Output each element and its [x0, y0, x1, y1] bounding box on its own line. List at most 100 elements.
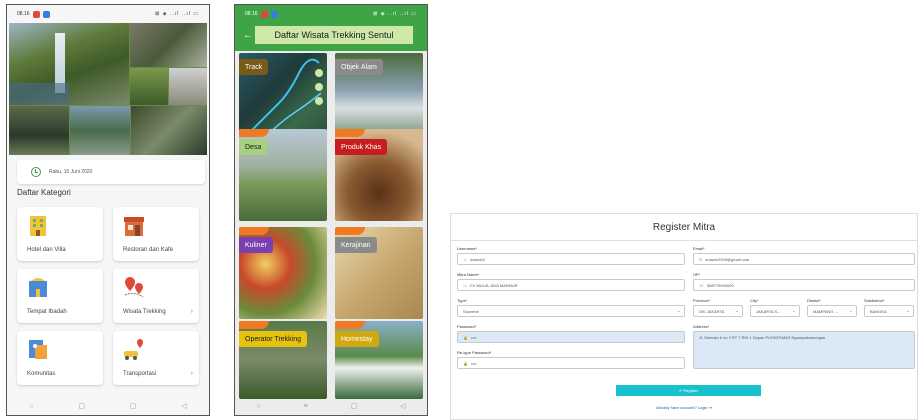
- card-homestay[interactable]: Homestay: [335, 321, 423, 399]
- type-label: Type*: [457, 298, 468, 303]
- login-link[interactable]: Already have account? Login ⇥: [451, 405, 917, 410]
- register-mitra-form: Register Mitra Username* ☺ sutanic2 Mitr…: [450, 213, 918, 420]
- rock-photo: [131, 106, 207, 155]
- chevron-down-icon: ⌄: [791, 308, 796, 314]
- hotel-icon: [30, 216, 46, 236]
- stream-photo: [70, 106, 130, 155]
- status-bar: 08.16 ⊠ ◈ ..ıl ..ıl ▭: [235, 5, 427, 23]
- username-field[interactable]: ☺ sutanic2: [457, 253, 685, 265]
- password-field[interactable]: 🔒 ••••: [457, 331, 685, 343]
- user-icon: ☺: [463, 256, 468, 262]
- type-select[interactable]: Souvenir ⌄: [457, 305, 685, 317]
- notification-icon: [260, 10, 268, 18]
- category-label: Restoran dan Kafe: [123, 247, 174, 253]
- card-label: Homestay: [335, 331, 379, 347]
- retype-password-field[interactable]: 🔒 ••••: [457, 357, 685, 369]
- hp-field[interactable]: ☏ 088779000000: [693, 279, 915, 291]
- status-icons: ⊠ ◈ ..ıl ..ıl ▭: [155, 11, 199, 17]
- password-value: ••••: [470, 334, 477, 340]
- province-select[interactable]: DKI JAKARTA ⌄: [693, 305, 743, 317]
- card-label: Kerajinan: [335, 237, 377, 253]
- river-photo: [130, 23, 207, 67]
- subdistrict-select[interactable]: BANGKA ⌄: [864, 305, 914, 317]
- retype-password-label: Re-type Password*: [457, 350, 492, 355]
- category-label: Wisata Trekking: [123, 309, 166, 315]
- recents-nav-icon[interactable]: ▢: [78, 402, 85, 410]
- status-bar: 08.16 ⊠ ◈ ..ıl ..ıl ▭: [7, 5, 209, 23]
- category-restaurant[interactable]: Restoran dan Kafe: [113, 207, 199, 261]
- card-kuliner[interactable]: Kuliner: [239, 227, 327, 319]
- category-hotel[interactable]: Hotel dan Villa: [17, 207, 103, 261]
- category-section-title: Daftar Kategori: [17, 188, 71, 197]
- city-value: JAKARTA S...: [756, 308, 781, 314]
- card-kerajinan[interactable]: Kerajinan: [335, 227, 423, 319]
- corner-accent: [239, 321, 269, 329]
- card-label: Objek Alam: [335, 59, 383, 75]
- form-title: Register Mitra: [652, 222, 716, 233]
- category-label: Tempat Ibadah: [27, 309, 67, 315]
- phone-icon: ☏: [699, 282, 705, 288]
- mitra-name-value: CV MULIA JAYA MAKMUR: [469, 282, 518, 288]
- mail-icon: ✉: [699, 256, 703, 262]
- back-nav-icon[interactable]: ◁: [181, 402, 186, 410]
- home-screen-phone: 08.16 ⊠ ◈ ..ıl ..ıl ▭ Rabu, 10 Juni 2020…: [6, 4, 210, 416]
- app-notification-icon: [270, 10, 278, 18]
- card-desa[interactable]: Desa: [239, 129, 327, 221]
- card-label: Desa: [239, 139, 268, 155]
- back-nav-icon[interactable]: ◁: [400, 402, 405, 410]
- app-header: 08.16 ⊠ ◈ ..ıl ..ıl ▭ ← Daftar Wisata Tr…: [235, 5, 427, 51]
- card-label: Kuliner: [239, 237, 273, 253]
- recents-nav-icon[interactable]: ≡: [304, 403, 308, 410]
- card-label: Track: [239, 59, 269, 75]
- category-transport[interactable]: Transportasi ›: [113, 331, 199, 385]
- city-label: City*: [750, 298, 759, 303]
- pool-photo: [9, 83, 69, 105]
- worship-icon: [29, 278, 47, 297]
- username-value: sutanic2: [470, 256, 485, 262]
- register-button[interactable]: ✔ Register: [616, 385, 761, 396]
- overview-nav-icon[interactable]: ▢: [130, 402, 137, 410]
- divider: [451, 240, 917, 241]
- category-worship[interactable]: Tempat Ibadah: [17, 269, 103, 323]
- status-time: 08.16: [245, 11, 258, 17]
- android-nav-bar: ○ ▢ ▢ ◁: [7, 397, 209, 415]
- category-trekking[interactable]: Wisata Trekking ›: [113, 269, 199, 323]
- hp-value: 088779000000: [707, 282, 734, 288]
- back-arrow-icon[interactable]: ←: [243, 30, 253, 41]
- address-field[interactable]: Jl. Srimulio 6 no 2 RT 7 RW 1 Dapan PUSK…: [693, 331, 915, 369]
- overview-nav-icon[interactable]: ▢: [351, 402, 358, 410]
- home-nav-icon[interactable]: ○: [256, 403, 260, 410]
- trekking-list-phone: 08.16 ⊠ ◈ ..ıl ..ıl ▭ ← Daftar Wisata Tr…: [234, 4, 428, 416]
- card-operator-trekking[interactable]: Operator Trekking: [239, 321, 327, 399]
- type-value: Souvenir: [463, 308, 479, 314]
- corner-accent: [239, 129, 269, 137]
- corner-accent: [239, 227, 269, 235]
- building-icon: ▭: [463, 282, 467, 288]
- address-value: Jl. Srimulio 6 no 2 RT 7 RW 1 Dapan PUSK…: [699, 335, 826, 340]
- chevron-down-icon: ⌄: [676, 308, 681, 314]
- chevron-down-icon: ⌄: [848, 308, 853, 314]
- transport-icon: [124, 339, 143, 360]
- home-nav-icon[interactable]: ○: [29, 403, 33, 410]
- community-icon: [29, 340, 47, 359]
- subdistrict-value: BANGKA: [870, 308, 887, 314]
- page-title: Daftar Wisata Trekking Sentul: [255, 26, 413, 44]
- app-notification-icon: [42, 10, 50, 18]
- username-label: Username*: [457, 246, 478, 251]
- date-card: Rabu, 10 Juni 2020: [17, 160, 205, 184]
- city-select[interactable]: JAKARTA S... ⌄: [750, 305, 800, 317]
- date-text: Rabu, 10 Juni 2020: [49, 169, 93, 175]
- email-field[interactable]: ✉ sutanic2009@gmail.com: [693, 253, 915, 265]
- category-community[interactable]: Komunitas: [17, 331, 103, 385]
- email-value: sutanic2009@gmail.com: [705, 256, 750, 262]
- card-produk-khas[interactable]: Produk Khas: [335, 129, 423, 221]
- district-select[interactable]: MAMPANG ... ⌄: [807, 305, 857, 317]
- clock-icon: [31, 167, 41, 177]
- corner-accent: [335, 321, 365, 329]
- lock-icon: 🔒: [463, 334, 468, 340]
- hp-label: HP*: [693, 272, 701, 277]
- category-label: Transportasi: [123, 371, 157, 377]
- mitra-name-field[interactable]: ▭ CV MULIA JAYA MAKMUR: [457, 279, 685, 291]
- address-label: Address*: [693, 324, 710, 329]
- district-value: MAMPANG ...: [813, 308, 838, 314]
